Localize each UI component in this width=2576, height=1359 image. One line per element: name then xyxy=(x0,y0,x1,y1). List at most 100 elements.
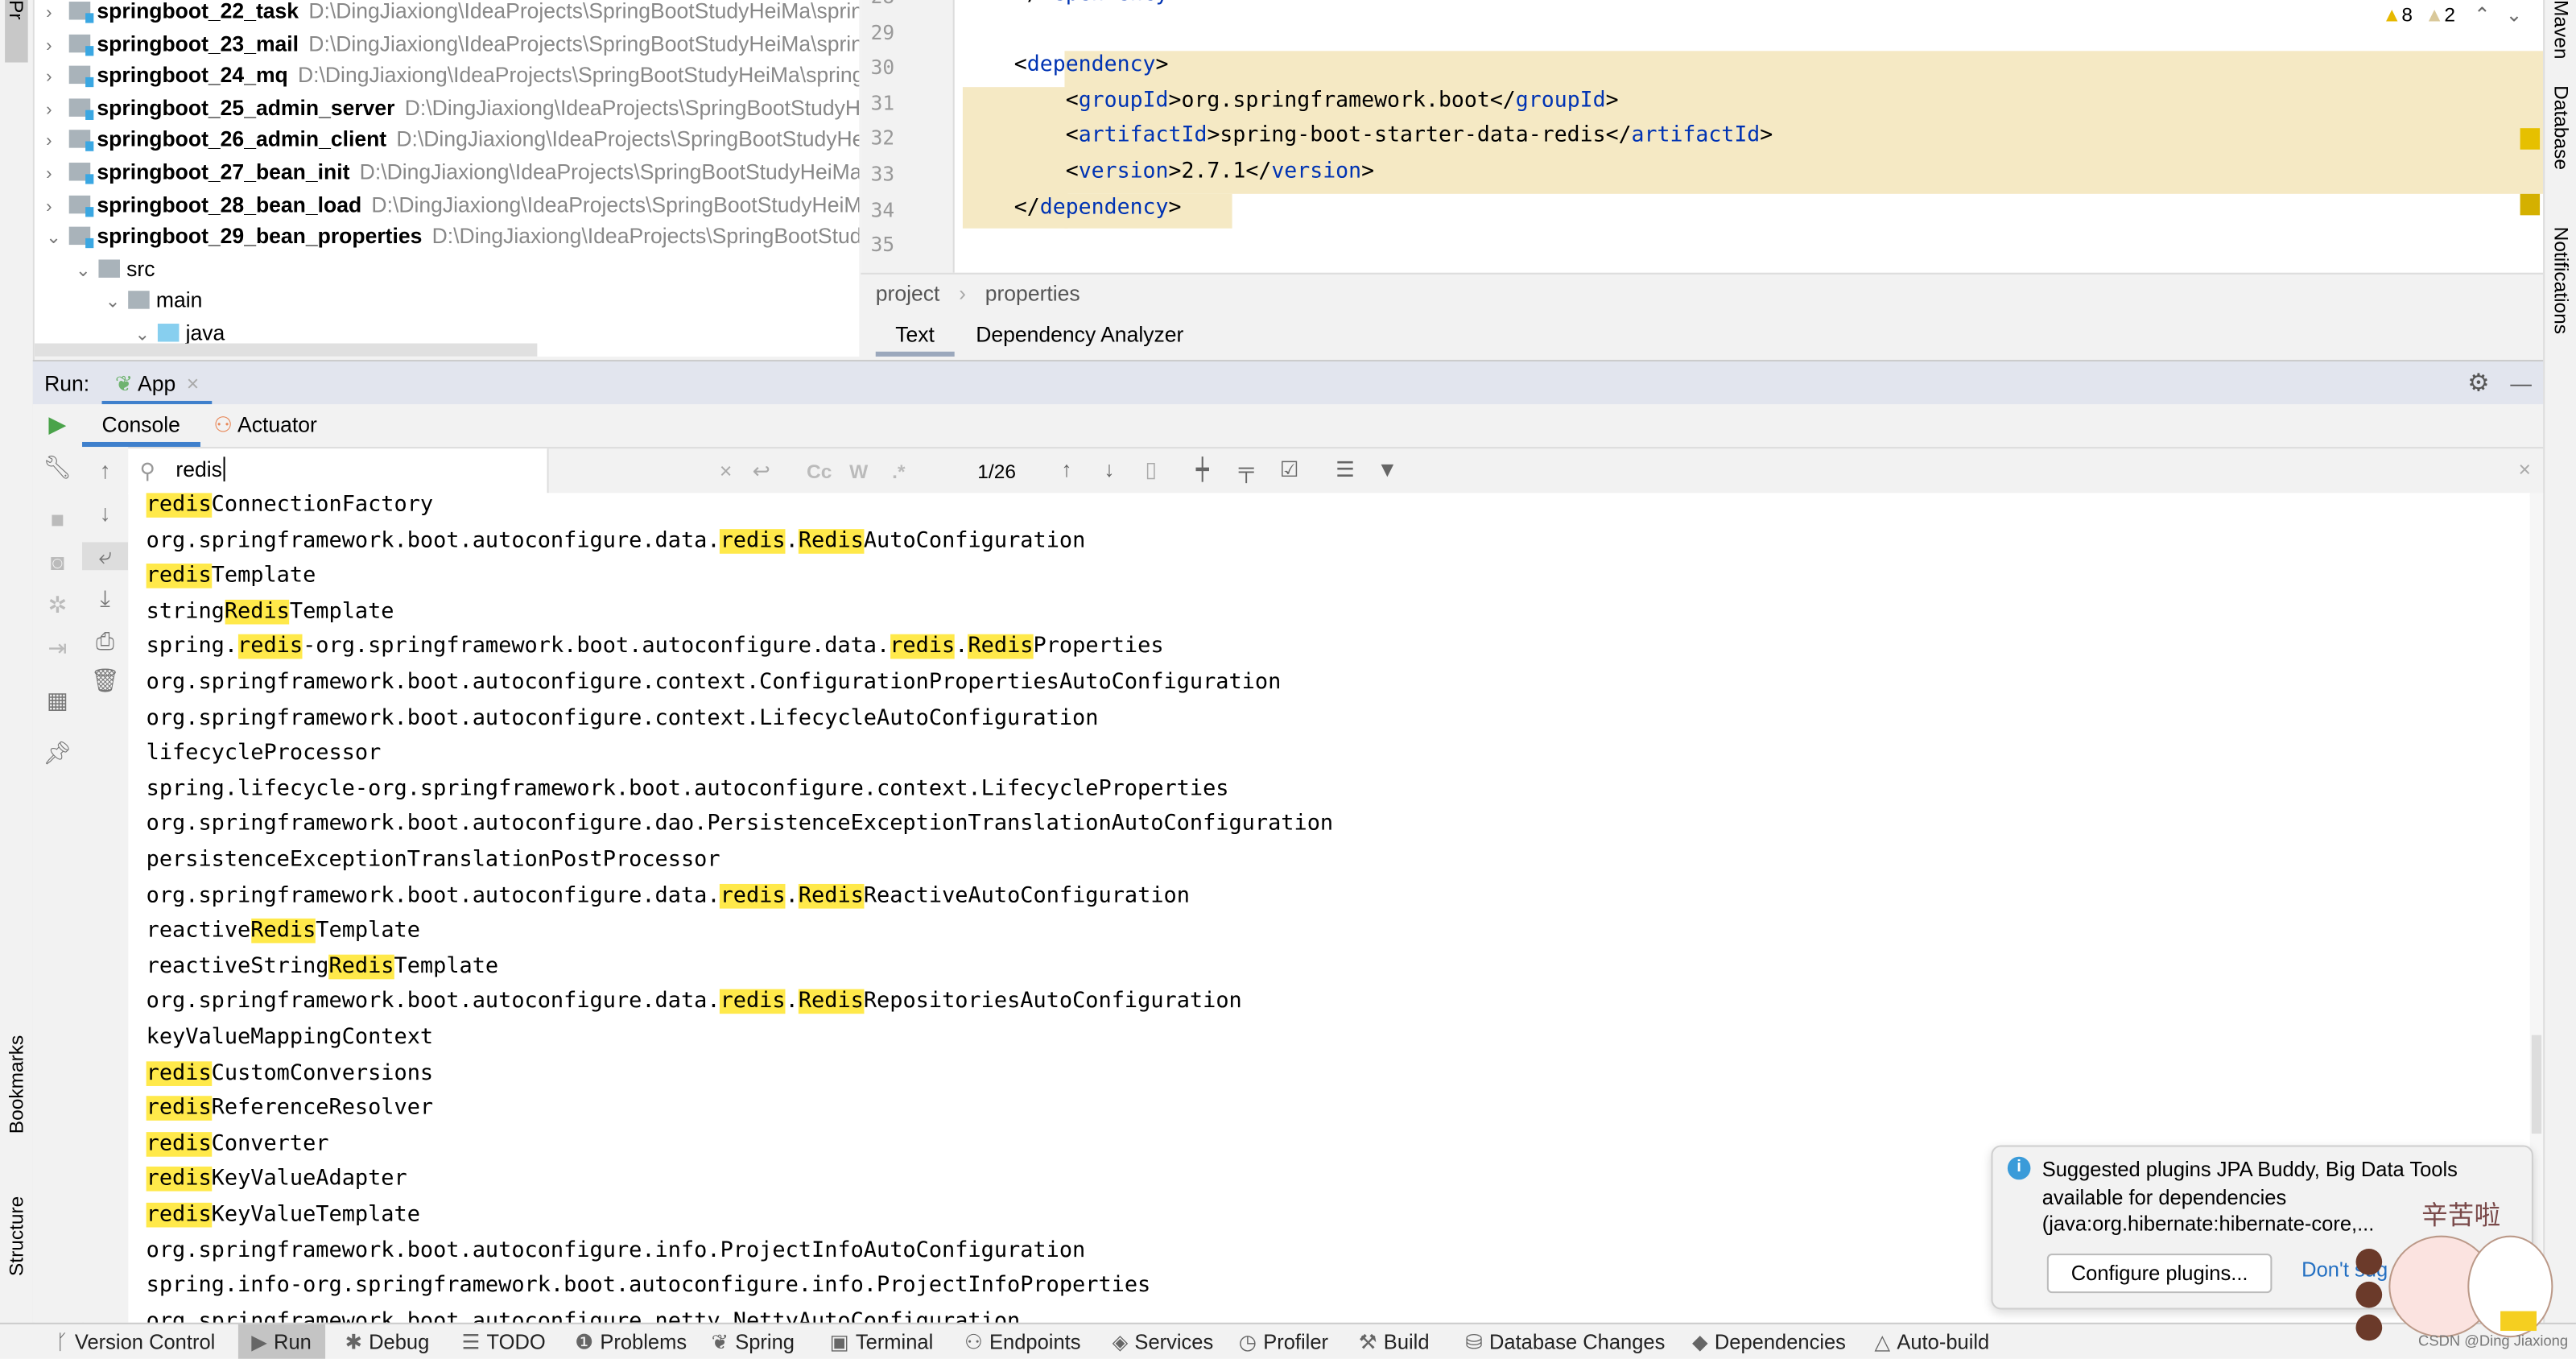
filter-icon[interactable]: ▼ xyxy=(1377,456,1397,481)
tool-window-problems[interactable]: ❶ Problems xyxy=(575,1324,687,1359)
tree-item[interactable]: › springboot_28_bean_load D:\DingJiaxiong\… xyxy=(46,188,859,220)
chevron-down-icon[interactable]: ⌄ xyxy=(46,224,69,255)
folder-icon xyxy=(98,259,120,278)
chevron-up-icon[interactable]: ⌃ xyxy=(2474,3,2491,27)
chevron-right-icon[interactable]: › xyxy=(46,159,69,191)
print-icon[interactable]: ⎙ xyxy=(82,628,128,656)
code-line[interactable]: <artifactId>spring-boot-starter-data-red… xyxy=(963,124,1773,149)
minimize-icon[interactable]: — xyxy=(2510,361,2532,406)
remove-occurrence-icon[interactable]: ╤ xyxy=(1239,456,1254,481)
tree-item[interactable]: › springboot_23_mail D:\DingJiaxiong\IdeaP… xyxy=(46,27,859,59)
sticker-caption: 辛苦啦 xyxy=(2421,1199,2501,1231)
tool-window-run[interactable]: ▶ Run xyxy=(237,1324,325,1359)
scroll-to-end-icon[interactable]: ⤓ xyxy=(82,585,128,613)
add-occurrence-icon[interactable]: ┿ xyxy=(1196,456,1209,483)
trash-icon[interactable]: 🗑︎ xyxy=(82,667,128,696)
soft-wrap-icon[interactable]: ⤶ xyxy=(82,542,129,571)
next-match-icon[interactable]: ↓ xyxy=(1104,456,1114,481)
tool-window-spring[interactable]: ❦ Spring xyxy=(712,1324,795,1359)
tool-window-dependencies[interactable]: ◆ Dependencies xyxy=(1692,1324,1846,1359)
tree-item[interactable]: › springboot_25_admin_server D:\DingJiaxio… xyxy=(46,92,859,123)
chevron-right-icon[interactable]: › xyxy=(46,0,69,30)
error-stripe-mark[interactable] xyxy=(2520,193,2541,216)
search-match: redis xyxy=(146,1060,212,1086)
bookmarks-tool-tab[interactable]: Bookmarks xyxy=(5,1035,28,1134)
chevron-right-icon[interactable]: › xyxy=(46,192,69,223)
database-tool-tab[interactable]: Database xyxy=(2549,85,2573,170)
tree-item[interactable]: › springboot_26_admin_client D:\DingJiaxio… xyxy=(46,124,859,155)
close-icon[interactable]: × xyxy=(187,371,199,396)
maven-tool-tab[interactable]: Maven xyxy=(2549,0,2573,60)
tab-console[interactable]: Console xyxy=(82,404,200,448)
tree-item[interactable]: ⌄ main xyxy=(105,285,203,316)
tool-window-auto-build[interactable]: △ Auto-build xyxy=(1875,1324,1990,1359)
whole-words-toggle[interactable]: W xyxy=(849,460,868,483)
play-icon: ▶ xyxy=(251,1331,267,1354)
tool-window-services[interactable]: ◈ Services xyxy=(1113,1324,1214,1359)
tab-actuator[interactable]: ⚇ Actuator xyxy=(213,404,317,447)
tool-window-terminal[interactable]: ▣ Terminal xyxy=(830,1324,934,1359)
code-editor[interactable]: ▲8 ▲2 ⌃ ⌄ 28 </dependency>2930 <dependen… xyxy=(861,0,2544,273)
tool-window-label: Dependencies xyxy=(1714,1331,1846,1354)
select-all-occurrences-icon[interactable]: ☑ xyxy=(1280,456,1299,483)
regex-toggle[interactable]: .* xyxy=(892,460,905,483)
inspection-widget[interactable]: ▲8 ▲2 ⌃ ⌄ xyxy=(2382,3,2522,27)
code-line[interactable]: <groupId>org.springframework.boot</group… xyxy=(963,89,1619,114)
close-search-icon[interactable]: × xyxy=(2519,456,2531,481)
tree-item[interactable]: ⌄ springboot_29_bean_properties D:\DingJia… xyxy=(46,221,859,252)
tool-window-debug[interactable]: ✱ Debug xyxy=(345,1324,430,1359)
filter-options-icon[interactable]: ☰ xyxy=(1335,456,1355,483)
configure-plugins-button[interactable]: Configure plugins... xyxy=(2046,1254,2273,1294)
layout-icon[interactable]: ▦ xyxy=(33,687,82,715)
chevron-down-icon[interactable]: ⌄ xyxy=(76,256,99,287)
chevron-right-icon[interactable]: › xyxy=(46,127,69,159)
clear-icon[interactable]: × xyxy=(720,458,732,483)
console-line: spring.redis-org.springframework.boot.au… xyxy=(146,634,1164,660)
tree-item[interactable]: › springboot_27_bean_init D:\DingJiaxiong\… xyxy=(46,156,859,188)
tree-item[interactable]: › springboot_24_mq D:\DingJiaxiong\IdeaPro… xyxy=(46,60,859,91)
search-input[interactable]: redis xyxy=(175,456,225,481)
code-line[interactable]: <version>2.7.1</version> xyxy=(963,159,1374,184)
tool-window-endpoints[interactable]: ⚇ Endpoints xyxy=(964,1324,1081,1359)
tool-window-profiler[interactable]: ◷ Profiler xyxy=(1239,1324,1328,1359)
stop-icon[interactable]: ■ xyxy=(33,506,82,533)
code-line[interactable]: <dependency> xyxy=(963,53,1169,78)
select-all-icon[interactable]: ▯ xyxy=(1145,456,1157,483)
breadcrumb-item[interactable]: properties xyxy=(985,281,1080,306)
breadcrumb-item[interactable]: project xyxy=(876,281,940,306)
tool-window-build[interactable]: ⚒ Build xyxy=(1359,1324,1430,1359)
code-line[interactable]: </dependency> xyxy=(963,0,1182,6)
notifications-tool-tab[interactable]: Notifications xyxy=(2549,227,2573,334)
match-case-toggle[interactable]: Cc xyxy=(807,460,832,483)
pin-icon[interactable]: 📌︎ xyxy=(33,739,82,767)
chevron-right-icon[interactable]: › xyxy=(46,95,69,126)
tree-item[interactable]: › springboot_22_task D:\DingJiaxiong\IdeaP… xyxy=(46,0,859,27)
tree-scrollbar[interactable] xyxy=(34,343,538,357)
chevron-right-icon[interactable]: › xyxy=(46,31,69,62)
tab-dependency-analyzer[interactable]: Dependency Analyzer xyxy=(976,312,1183,357)
tab-text[interactable]: Text xyxy=(875,312,955,357)
camera-icon[interactable]: ◙ xyxy=(33,549,82,576)
chevron-right-icon[interactable]: › xyxy=(46,63,69,94)
exit-icon[interactable]: ⇥ xyxy=(33,634,82,663)
tree-item[interactable]: ⌄ src xyxy=(76,253,155,284)
structure-tool-tab[interactable]: Structure xyxy=(5,1196,28,1276)
rerun-icon[interactable]: ▶ xyxy=(33,411,82,439)
new-line-icon[interactable]: ↩ xyxy=(753,458,770,485)
run-tab-app[interactable]: ❦ App × xyxy=(101,361,213,407)
tool-window-database-changes[interactable]: ⛁ Database Changes xyxy=(1465,1324,1665,1359)
arrow-up-icon[interactable]: ↑ xyxy=(82,456,128,483)
search-field[interactable]: ⚲ redis × ↩ xyxy=(128,448,770,495)
error-stripe-mark[interactable] xyxy=(2520,128,2541,150)
previous-match-icon[interactable]: ↑ xyxy=(1061,456,1071,481)
project-tool-tab[interactable]: Pr xyxy=(5,0,28,63)
gear-icon[interactable]: ⚙ xyxy=(2467,361,2489,406)
code-line[interactable]: </dependency> xyxy=(963,195,1182,220)
chevron-down-icon[interactable]: ⌄ xyxy=(2506,3,2523,27)
chevron-down-icon[interactable]: ⌄ xyxy=(105,288,129,320)
debug-icon[interactable]: ✲ xyxy=(33,592,82,620)
tool-window-version-control[interactable]: ᚴ Version Control xyxy=(56,1324,215,1359)
tool-window-todo[interactable]: ☰ TODO xyxy=(461,1324,545,1359)
wrench-icon[interactable]: 🔧︎ xyxy=(33,453,82,481)
arrow-down-icon[interactable]: ↓ xyxy=(82,499,128,526)
